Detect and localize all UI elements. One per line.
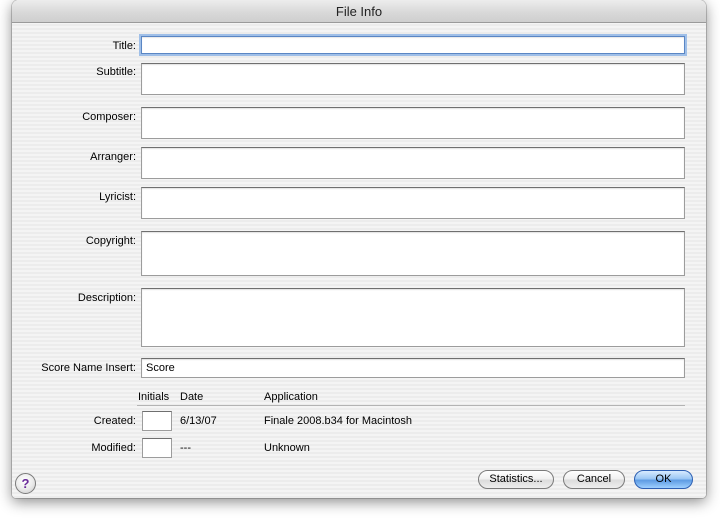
description-field[interactable] bbox=[141, 288, 685, 347]
subtitle-label: Subtitle: bbox=[96, 66, 136, 78]
date-header: Date bbox=[180, 391, 204, 403]
lyricist-field[interactable] bbox=[141, 187, 685, 219]
cancel-button[interactable]: Cancel bbox=[563, 470, 625, 489]
score-name-insert-label: Score Name Insert: bbox=[41, 362, 136, 374]
ok-button[interactable]: OK bbox=[634, 470, 693, 489]
subtitle-field[interactable] bbox=[141, 63, 685, 95]
modified-date: --- bbox=[180, 442, 191, 454]
score-name-insert-value: Score bbox=[146, 362, 175, 374]
score-name-insert-field[interactable]: Score bbox=[141, 358, 685, 378]
title-bar[interactable]: File Info bbox=[12, 0, 706, 23]
initials-header: Initials bbox=[138, 391, 170, 403]
copyright-label: Copyright: bbox=[85, 235, 136, 247]
modified-initials-field[interactable] bbox=[142, 438, 172, 458]
composer-field[interactable] bbox=[141, 107, 685, 139]
arranger-field[interactable] bbox=[141, 147, 685, 179]
statistics-button[interactable]: Statistics... bbox=[478, 470, 554, 489]
modified-application: Unknown bbox=[264, 442, 310, 454]
history-divider bbox=[137, 405, 685, 406]
file-info-dialog: File Info Title: Subtitle: Composer: Arr… bbox=[12, 0, 706, 498]
application-header: Application bbox=[264, 391, 318, 403]
title-label: Title: bbox=[112, 40, 136, 52]
created-application: Finale 2008.b34 for Macintosh bbox=[264, 415, 412, 427]
window-title: File Info bbox=[335, 4, 383, 19]
arranger-label: Arranger: bbox=[90, 151, 136, 163]
composer-label: Composer: bbox=[82, 111, 136, 123]
lyricist-label: Lyricist: bbox=[99, 191, 136, 203]
help-button[interactable]: ? bbox=[15, 473, 36, 494]
help-icon: ? bbox=[21, 476, 30, 491]
title-field[interactable] bbox=[141, 36, 685, 54]
created-initials-field[interactable] bbox=[142, 411, 172, 431]
copyright-field[interactable] bbox=[141, 231, 685, 276]
modified-label: Modified: bbox=[91, 442, 136, 454]
created-label: Created: bbox=[93, 415, 136, 427]
description-label: Description: bbox=[77, 292, 136, 304]
created-date: 6/13/07 bbox=[180, 415, 217, 427]
